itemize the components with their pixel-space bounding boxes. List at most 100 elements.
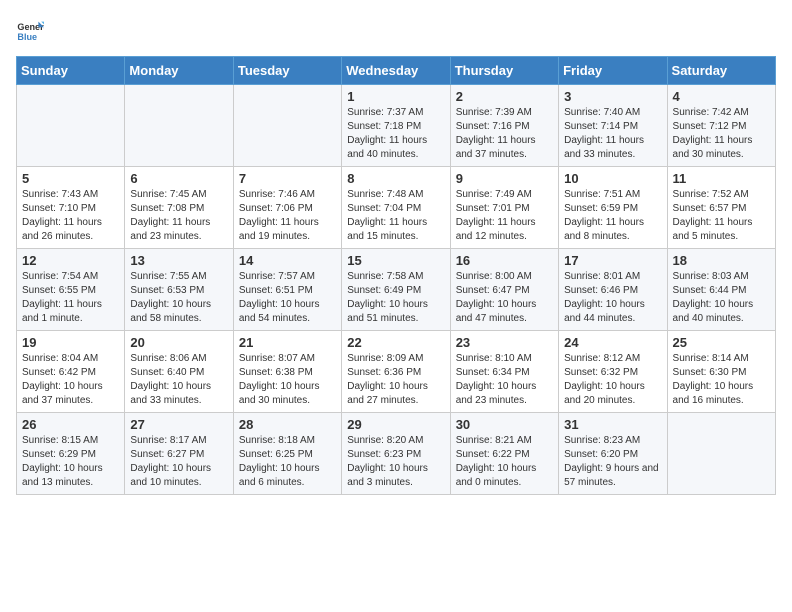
day-number: 16 [456,253,553,268]
day-cell-19: 19 Sunrise: 8:04 AMSunset: 6:42 PMDayligh… [17,331,125,413]
day-info: Sunrise: 7:57 AMSunset: 6:51 PMDaylight:… [239,270,336,326]
day-cell-10: 10Sunrise: 7:51 AMSunset: 6:59 PMDayligh… [559,167,667,249]
day-info: Sunrise: 8:21 AMSunset: 6:22 PMDaylight:… [456,434,553,490]
day-cell-28: 28 Sunrise: 8:18 AMSunset: 6:25 PMDayligh… [233,413,341,495]
day-cell-16: 16 Sunrise: 8:00 AMSunset: 6:47 PMDayligh… [450,249,558,331]
weekday-header-thursday: Thursday [450,57,558,85]
day-number: 15 [347,253,444,268]
day-cell-11: 11 Sunrise: 7:52 AMSunset: 6:57 PMDayligh… [667,167,775,249]
day-info: Sunrise: 8:12 AMSunset: 6:32 PMDaylight:… [564,352,661,408]
day-info: Sunrise: 7:37 AMSunset: 7:18 PMDaylight:… [347,106,444,162]
day-info: Sunrise: 8:01 AMSunset: 6:46 PMDaylight:… [564,270,661,326]
day-number: 14 [239,253,336,268]
day-number: 9 [456,171,553,186]
day-cell-7: 7 Sunrise: 7:46 AMSunset: 7:06 PMDaylight… [233,167,341,249]
day-cell-21: 21Sunrise: 8:07 AMSunset: 6:38 PMDayligh… [233,331,341,413]
day-number: 29 [347,417,444,432]
day-cell-2: 2Sunrise: 7:39 AMSunset: 7:16 PMDaylight… [450,85,558,167]
day-cell-25: 25Sunrise: 8:14 AMSunset: 6:30 PMDayligh… [667,331,775,413]
day-cell-15: 15 Sunrise: 7:58 AMSunset: 6:49 PMDayligh… [342,249,450,331]
day-number: 7 [239,171,336,186]
day-number: 19 [22,335,119,350]
day-number: 1 [347,89,444,104]
day-number: 12 [22,253,119,268]
day-cell-13: 13 Sunrise: 7:55 AMSunset: 6:53 PMDayligh… [125,249,233,331]
day-info: Sunrise: 7:55 AMSunset: 6:53 PMDaylight:… [130,270,227,326]
weekday-header-sunday: Sunday [17,57,125,85]
day-info: Sunrise: 7:49 AMSunset: 7:01 PMDaylight:… [456,188,553,244]
svg-text:Blue: Blue [17,32,37,42]
day-number: 22 [347,335,444,350]
empty-cell [125,85,233,167]
day-info: Sunrise: 8:00 AMSunset: 6:47 PMDaylight:… [456,270,553,326]
day-cell-14: 14 Sunrise: 7:57 AMSunset: 6:51 PMDayligh… [233,249,341,331]
day-cell-18: 18 Sunrise: 8:03 AMSunset: 6:44 PMDayligh… [667,249,775,331]
day-number: 4 [673,89,770,104]
weekday-header-wednesday: Wednesday [342,57,450,85]
page-header: General Blue [16,16,776,44]
day-number: 23 [456,335,553,350]
weekday-header-friday: Friday [559,57,667,85]
week-row-2: 5Sunrise: 7:43 AMSunset: 7:10 PMDaylight… [17,167,776,249]
day-info: Sunrise: 7:40 AMSunset: 7:14 PMDaylight:… [564,106,661,162]
day-info: Sunrise: 8:17 AMSunset: 6:27 PMDaylight:… [130,434,227,490]
day-info: Sunrise: 7:46 AMSunset: 7:06 PMDaylight:… [239,188,336,244]
day-cell-1: 1 Sunrise: 7:37 AMSunset: 7:18 PMDaylight… [342,85,450,167]
day-info: Sunrise: 8:07 AMSunset: 6:38 PMDaylight:… [239,352,336,408]
day-info: Sunrise: 7:58 AMSunset: 6:49 PMDaylight:… [347,270,444,326]
day-info: Sunrise: 8:15 AMSunset: 6:29 PMDaylight:… [22,434,119,490]
day-info: Sunrise: 7:48 AMSunset: 7:04 PMDaylight:… [347,188,444,244]
logo-icon: General Blue [16,16,44,44]
day-number: 31 [564,417,661,432]
week-row-4: 19 Sunrise: 8:04 AMSunset: 6:42 PMDayligh… [17,331,776,413]
day-number: 3 [564,89,661,104]
day-number: 8 [347,171,444,186]
day-cell-22: 22 Sunrise: 8:09 AMSunset: 6:36 PMDayligh… [342,331,450,413]
day-info: Sunrise: 8:10 AMSunset: 6:34 PMDaylight:… [456,352,553,408]
day-number: 13 [130,253,227,268]
day-info: Sunrise: 8:18 AMSunset: 6:25 PMDaylight:… [239,434,336,490]
day-cell-8: 8 Sunrise: 7:48 AMSunset: 7:04 PMDaylight… [342,167,450,249]
weekday-header-saturday: Saturday [667,57,775,85]
day-cell-26: 26 Sunrise: 8:15 AMSunset: 6:29 PMDayligh… [17,413,125,495]
weekday-header-monday: Monday [125,57,233,85]
day-info: Sunrise: 7:45 AMSunset: 7:08 PMDaylight:… [130,188,227,244]
day-cell-24: 24Sunrise: 8:12 AMSunset: 6:32 PMDayligh… [559,331,667,413]
day-cell-27: 27 Sunrise: 8:17 AMSunset: 6:27 PMDayligh… [125,413,233,495]
day-cell-23: 23 Sunrise: 8:10 AMSunset: 6:34 PMDayligh… [450,331,558,413]
day-number: 26 [22,417,119,432]
day-number: 6 [130,171,227,186]
day-number: 25 [673,335,770,350]
week-row-1: 1 Sunrise: 7:37 AMSunset: 7:18 PMDaylight… [17,85,776,167]
empty-cell [17,85,125,167]
weekday-header-tuesday: Tuesday [233,57,341,85]
day-cell-6: 6 Sunrise: 7:45 AMSunset: 7:08 PMDaylight… [125,167,233,249]
day-info: Sunrise: 8:04 AMSunset: 6:42 PMDaylight:… [22,352,119,408]
empty-cell [233,85,341,167]
day-cell-9: 9 Sunrise: 7:49 AMSunset: 7:01 PMDaylight… [450,167,558,249]
week-row-3: 12Sunrise: 7:54 AMSunset: 6:55 PMDayligh… [17,249,776,331]
day-number: 30 [456,417,553,432]
day-number: 11 [673,171,770,186]
day-info: Sunrise: 7:52 AMSunset: 6:57 PMDaylight:… [673,188,770,244]
day-number: 2 [456,89,553,104]
day-cell-5: 5Sunrise: 7:43 AMSunset: 7:10 PMDaylight… [17,167,125,249]
day-cell-17: 17 Sunrise: 8:01 AMSunset: 6:46 PMDayligh… [559,249,667,331]
day-number: 27 [130,417,227,432]
day-number: 17 [564,253,661,268]
calendar-table: SundayMondayTuesdayWednesdayThursdayFrid… [16,56,776,495]
day-number: 28 [239,417,336,432]
day-info: Sunrise: 7:51 AMSunset: 6:59 PMDaylight:… [564,188,661,244]
day-number: 18 [673,253,770,268]
day-number: 20 [130,335,227,350]
day-info: Sunrise: 8:03 AMSunset: 6:44 PMDaylight:… [673,270,770,326]
day-info: Sunrise: 7:42 AMSunset: 7:12 PMDaylight:… [673,106,770,162]
day-info: Sunrise: 8:09 AMSunset: 6:36 PMDaylight:… [347,352,444,408]
day-info: Sunrise: 7:43 AMSunset: 7:10 PMDaylight:… [22,188,119,244]
day-cell-30: 30 Sunrise: 8:21 AMSunset: 6:22 PMDayligh… [450,413,558,495]
week-row-5: 26 Sunrise: 8:15 AMSunset: 6:29 PMDayligh… [17,413,776,495]
day-info: Sunrise: 8:06 AMSunset: 6:40 PMDaylight:… [130,352,227,408]
day-cell-31: 31Sunrise: 8:23 AMSunset: 6:20 PMDayligh… [559,413,667,495]
empty-cell [667,413,775,495]
logo: General Blue [16,16,44,44]
